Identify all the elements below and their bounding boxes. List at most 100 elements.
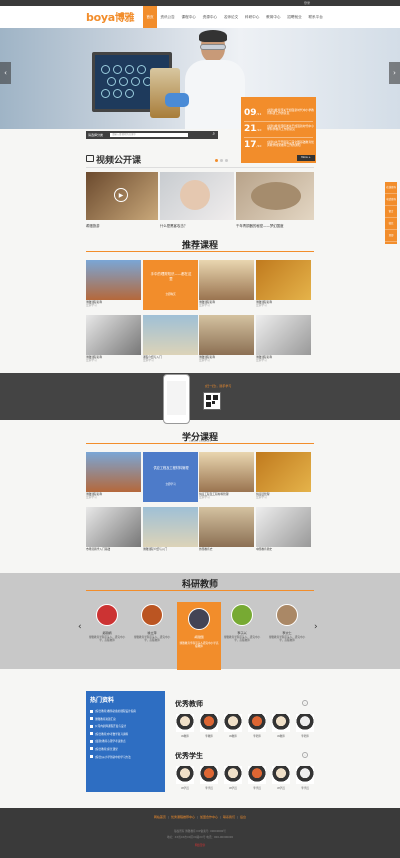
avatar-name: 李老师 — [253, 735, 261, 738]
avatar-name: 李老师 — [301, 735, 309, 738]
course-card[interactable] — [199, 260, 254, 300]
nav-item[interactable]: 科研中心 — [242, 6, 263, 28]
nav-item[interactable]: 首页 — [143, 6, 157, 28]
avatar[interactable] — [224, 714, 242, 732]
nav-item[interactable]: 资源中心 — [199, 6, 220, 28]
side-toolbar: 在线咨询 电话咨询 留言 微信 顶部 — [385, 182, 397, 244]
course-card[interactable] — [256, 260, 311, 300]
course-card[interactable] — [86, 260, 141, 300]
credit-card[interactable] — [199, 452, 254, 492]
hot-item[interactable]: [综合]从小学到初中的学习方法 — [90, 754, 162, 762]
course-card[interactable] — [86, 315, 141, 355]
footer-link[interactable]: 联系我们 — [223, 815, 235, 819]
side-button[interactable]: 微信 — [385, 218, 397, 230]
footer-copyright: 版权所有 博雅教育 ICP备案号: 00000000号 — [174, 830, 226, 833]
more-arrow-icon[interactable]: › — [302, 700, 308, 706]
hot-item[interactable]: [综合教育]教师必备的课程设计指南 — [90, 708, 162, 716]
news-item[interactable]: 17/10 [最新]关于开展第三届全国基础教育优秀教学成果推荐工作的通知 — [241, 139, 316, 154]
hot-item[interactable]: 公司内训师课程开发与设计 — [90, 723, 162, 731]
news-item[interactable]: 21/10 [最新]教育部印发关于加强新时代中小学科学教育工作的意见 — [241, 123, 316, 138]
phone-image — [163, 374, 190, 424]
nav-item[interactable]: 名师论文 — [220, 6, 241, 28]
footer-link[interactable]: 网站首页 — [154, 815, 166, 819]
side-button[interactable]: 电话咨询 — [385, 194, 397, 206]
side-button[interactable]: 顶部 — [385, 230, 397, 242]
glove-image — [165, 93, 189, 107]
avatar[interactable] — [272, 714, 290, 732]
avatar[interactable] — [224, 766, 242, 784]
hot-item[interactable]: 博雅教育资源汇总 — [90, 716, 162, 724]
avatar-name: 李学员 — [253, 787, 261, 790]
hot-item[interactable]: [综合教育]家长课堂 — [90, 746, 162, 754]
avatar-name: W教师 — [181, 735, 189, 738]
teacher-photo[interactable] — [141, 604, 163, 626]
teacher-photo[interactable] — [276, 604, 298, 626]
app-promo-text: [扫一扫]，随手学习 — [205, 384, 232, 388]
credit-card[interactable] — [143, 507, 198, 547]
side-button[interactable]: 留言 — [385, 206, 397, 218]
avatar-name: W学员 — [277, 787, 285, 790]
side-button[interactable]: 在线咨询 — [385, 182, 397, 194]
excellent-teachers-title: 优秀教师 — [175, 700, 203, 708]
video-caption-1[interactable]: 希腊旅游 — [86, 223, 100, 228]
teachers-next-icon[interactable]: › — [314, 622, 318, 632]
avatar[interactable] — [272, 766, 290, 784]
play-icon[interactable]: ▶ — [114, 188, 128, 202]
avatar[interactable] — [248, 714, 266, 732]
avatar[interactable] — [176, 714, 194, 732]
video-thumb-3[interactable] — [236, 172, 314, 220]
teacher-photo[interactable] — [188, 608, 210, 630]
credit-card[interactable] — [256, 507, 311, 547]
teacher-photo[interactable] — [96, 604, 118, 626]
credit-promo-card[interactable]: 供应工程及工程材料管理 立即学习 — [143, 452, 198, 502]
promo-card[interactable]: 手中的理财知识——都在这里 立即购买 — [143, 260, 198, 310]
teachers-prev-icon[interactable]: ‹ — [78, 622, 82, 632]
credit-card[interactable] — [86, 452, 141, 492]
credit-card[interactable] — [256, 452, 311, 492]
hero-next-button[interactable]: › — [389, 62, 400, 84]
nav-item[interactable]: 联系平台 — [305, 6, 326, 28]
hot-materials-list: [综合教育]教师必备的课程设计指南 博雅教育资源汇总 公司内训师课程开发与设计 … — [90, 708, 162, 761]
footer-link[interactable]: 加盟合作中心 — [200, 815, 218, 819]
video-caption-2[interactable]: 什么是黑客攻击？ — [160, 223, 187, 228]
logo[interactable]: boya博雅 — [86, 9, 135, 24]
course-card[interactable] — [256, 315, 311, 355]
footer-link[interactable]: 优秀课程推荐中心 — [171, 815, 195, 819]
footer-badge: 网络警察 — [194, 844, 206, 847]
nav-item[interactable]: 课程中心 — [178, 6, 199, 28]
footer-link[interactable]: 后台 — [240, 815, 246, 819]
avatar[interactable] — [176, 766, 194, 784]
hot-item[interactable]: [综合教育]中考数学复习资料 — [90, 731, 162, 739]
nav-item[interactable]: 教育中心 — [263, 6, 284, 28]
carousel-dots[interactable] — [215, 158, 230, 163]
news-more-button[interactable]: More + — [297, 155, 315, 161]
scientist-image — [185, 30, 245, 129]
credit-card[interactable] — [86, 507, 141, 547]
video-thumb-2[interactable] — [160, 172, 234, 220]
avatar[interactable] — [200, 714, 218, 732]
hot-item[interactable]: [最新]教育心理学考试重点 — [90, 738, 162, 746]
avatar[interactable] — [200, 766, 218, 784]
avatar[interactable] — [296, 714, 314, 732]
avatar-name: W教师 — [229, 735, 237, 738]
video-caption-3[interactable]: 千年青铜器的秘密——梦幻国度 — [236, 223, 283, 228]
more-arrow-icon[interactable]: › — [302, 752, 308, 758]
teacher-photo[interactable] — [231, 604, 253, 626]
search-icon[interactable]: ⌕ — [212, 131, 215, 139]
news-item[interactable]: 09/11 [最新]教育部关于加强新时代中小学教育科研工作的意见 — [241, 107, 316, 122]
avatar-name: 李学员 — [205, 787, 213, 790]
hero-prev-button[interactable]: ‹ — [0, 62, 11, 84]
app-download-band — [0, 373, 400, 420]
credit-card[interactable] — [199, 507, 254, 547]
course-card[interactable] — [199, 315, 254, 355]
video-thumb-1[interactable]: ▶ — [86, 172, 158, 220]
news-panel: 09/11 [最新]教育部关于加强新时代中小学教育科研工作的意见 21/10 [… — [241, 97, 316, 163]
nav-item[interactable]: 资讯公告 — [157, 6, 178, 28]
search-category-select[interactable]: 请选择分类 — [88, 131, 103, 139]
avatar[interactable] — [248, 766, 266, 784]
hero-banner — [0, 28, 400, 129]
avatar[interactable] — [296, 766, 314, 784]
search-input[interactable]: 请输入要搜索的关键字 — [110, 133, 188, 137]
nav-item[interactable]: 招聘就业 — [284, 6, 305, 28]
course-card[interactable] — [143, 315, 198, 355]
